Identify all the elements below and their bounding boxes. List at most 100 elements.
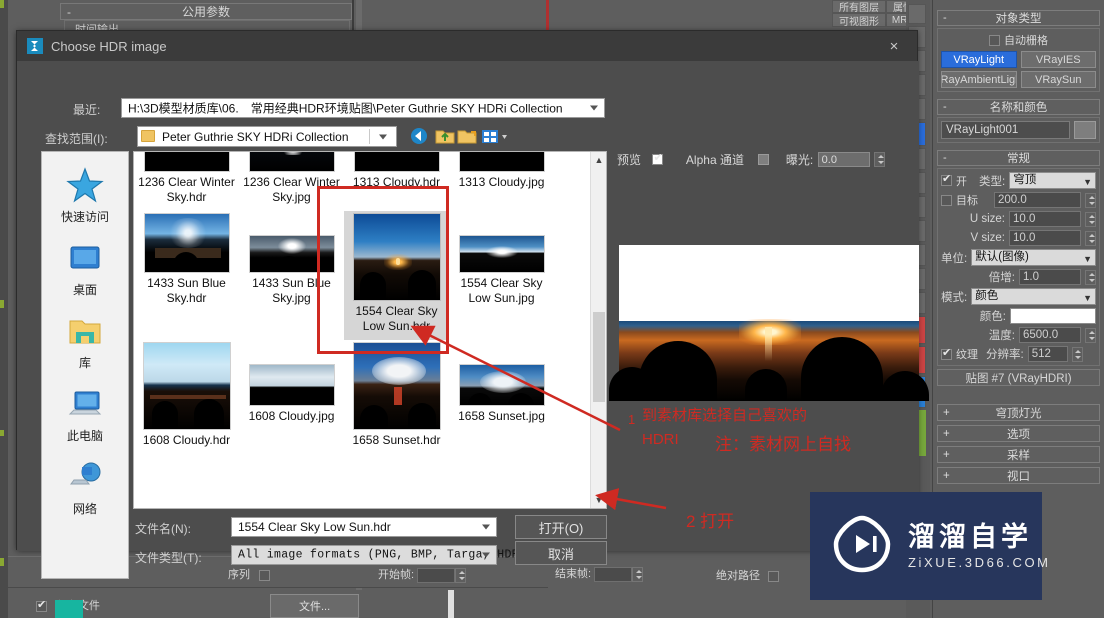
preview-checkbox[interactable] <box>652 152 664 166</box>
list-item[interactable]: 1313 Cloudy.hdr <box>344 152 449 211</box>
u-size-input[interactable]: 10.0 <box>1009 211 1081 227</box>
color-row: 颜色: <box>941 308 1096 324</box>
end-frame-spinner[interactable] <box>632 566 644 582</box>
sequence-checkbox[interactable] <box>259 569 271 581</box>
file-thumbnail <box>248 364 335 406</box>
list-item[interactable]: 1608 Cloudy.jpg <box>239 340 344 454</box>
target-spinner[interactable] <box>1085 192 1096 208</box>
list-item[interactable]: 1658 Sunset.jpg <box>449 340 554 454</box>
sidebar-item-label: 库 <box>78 356 91 370</box>
v-size-input[interactable]: 10.0 <box>1009 230 1081 246</box>
chevron-down-icon <box>379 134 387 139</box>
temperature-spinner[interactable] <box>1085 327 1096 343</box>
target-checkbox[interactable] <box>941 194 952 206</box>
dialog-title-bar[interactable]: Choose HDR image × <box>17 31 917 61</box>
app-icon <box>27 38 43 54</box>
file-thumbnail <box>142 342 231 430</box>
v-size-spinner[interactable] <box>1085 230 1096 246</box>
file-thumbnail <box>458 235 545 273</box>
list-item[interactable]: 1433 Sun Blue Sky.hdr <box>134 211 239 340</box>
object-type-group: 自动栅格 VRayLight VRayIES VRayAmbientLight … <box>937 28 1100 92</box>
recent-path-combo[interactable]: H:\3D模型材质库\06. 常用经典HDR环境贴图\Peter Guthrie… <box>121 98 605 118</box>
list-item[interactable]: 1658 Sunset.hdr <box>344 340 449 454</box>
look-in-combo[interactable]: Peter Guthrie SKY HDRi Collection <box>137 126 397 147</box>
light-color-swatch[interactable] <box>1010 308 1096 324</box>
toolbar-cell-all-layers[interactable]: 所有图层 <box>832 0 886 14</box>
sidebar-item-network[interactable]: 网络 <box>42 457 128 517</box>
rollout-viewport[interactable]: + 视口 <box>937 467 1100 484</box>
object-button-vrayambientlight[interactable]: VRayAmbientLight <box>941 71 1017 88</box>
file-list-scrollbar[interactable]: ▲ ▼ <box>590 152 606 508</box>
units-select[interactable]: 默认(图像) ▼ <box>971 249 1096 266</box>
sidebar-item-quick-access[interactable]: 快速访问 <box>42 165 128 225</box>
auto-grid-checkbox[interactable] <box>989 34 1000 46</box>
target-distance-input[interactable]: 200.0 <box>994 192 1081 208</box>
list-item[interactable]: 1608 Cloudy.hdr <box>134 340 239 454</box>
sidebar-item-library[interactable]: 库 <box>42 311 128 371</box>
rollout-common-parameters[interactable]: - 公用参数 <box>60 3 352 20</box>
scroll-indicator[interactable] <box>448 590 454 618</box>
temperature-input[interactable]: 6500.0 <box>1019 327 1081 343</box>
name-row: VRayLight001 <box>941 121 1096 139</box>
rollout-options[interactable]: + 选项 <box>937 425 1100 442</box>
choose-file-button[interactable]: 文件... <box>270 594 360 618</box>
rollout-sampling[interactable]: + 采样 <box>937 446 1100 463</box>
desktop-icon <box>42 238 128 280</box>
object-button-vraylight[interactable]: VRayLight <box>941 51 1017 68</box>
open-button[interactable]: 打开(O) <box>515 515 607 539</box>
light-type-select[interactable]: 穹顶 ▼ <box>1009 172 1096 189</box>
sidebar-item-desktop[interactable]: 桌面 <box>42 238 128 298</box>
object-color-swatch[interactable] <box>1074 121 1096 139</box>
scroll-up-icon[interactable]: ▲ <box>591 152 606 168</box>
rollout-object-type[interactable]: - 对象类型 <box>937 10 1100 26</box>
rollout-general[interactable]: - 常规 <box>937 150 1100 166</box>
start-frame-input[interactable] <box>417 567 456 583</box>
list-item[interactable]: 1236 Clear Winter Sky.jpg <box>239 152 344 211</box>
multiplier-input[interactable]: 1.0 <box>1019 269 1081 285</box>
start-frame-spinner[interactable] <box>455 567 467 583</box>
object-name-input[interactable]: VRayLight001 <box>941 121 1070 139</box>
chevron-down-icon: ▼ <box>1083 177 1092 187</box>
list-item[interactable]: 1433 Sun Blue Sky.jpg <box>239 211 344 340</box>
on-checkbox[interactable] <box>941 173 952 186</box>
list-item[interactable]: 1554 Clear Sky Low Sun.hdr <box>344 211 449 340</box>
sidebar-item-this-pc[interactable]: 此电脑 <box>42 384 128 444</box>
file-thumbnail <box>352 342 441 430</box>
scrollbar-thumb[interactable] <box>593 312 605 402</box>
end-frame-input[interactable] <box>594 566 633 582</box>
file-list[interactable]: 1236 Clear Winter Sky.hdr 1236 Clear Win… <box>133 151 607 509</box>
list-item[interactable]: 1236 Clear Winter Sky.hdr <box>134 152 239 211</box>
file-name-label: 1608 Cloudy.hdr <box>142 433 231 447</box>
up-folder-icon[interactable] <box>435 127 457 146</box>
texture-checkbox[interactable] <box>941 347 952 360</box>
new-folder-icon[interactable] <box>457 127 479 146</box>
resolution-spinner[interactable] <box>1071 346 1083 362</box>
alpha-channel-checkbox[interactable] <box>758 154 770 166</box>
rollout-name-and-color[interactable]: - 名称和颜色 <box>937 99 1100 115</box>
rollout-dome-light[interactable]: + 穹顶灯光 <box>937 404 1100 421</box>
file-name-input[interactable]: 1554 Clear Sky Low Sun.hdr <box>231 517 497 537</box>
annotation-step1-line2: HDRI <box>642 431 679 448</box>
save-file-checkbox[interactable] <box>36 599 47 612</box>
object-button-vrayies[interactable]: VRayIES <box>1020 51 1096 68</box>
cancel-button[interactable]: 取消 <box>515 541 607 565</box>
file-type-select[interactable]: All image formats (PNG, BMP, Targa, HDR, <box>231 545 526 565</box>
resolution-input[interactable]: 512 <box>1027 346 1068 362</box>
object-button-vraysun[interactable]: VRaySun <box>1020 71 1096 88</box>
exposure-input[interactable]: 0.0 <box>817 152 870 168</box>
mode-select[interactable]: 颜色 ▼ <box>971 288 1096 305</box>
list-item[interactable]: 1554 Clear Sky Low Sun.jpg <box>449 211 554 340</box>
back-icon[interactable] <box>409 127 431 146</box>
u-size-spinner[interactable] <box>1085 211 1096 227</box>
view-mode-icon[interactable] <box>481 127 511 146</box>
texture-map-button[interactable]: 贴图 #7 (VRayHDRI) <box>937 369 1100 386</box>
scroll-down-icon[interactable]: ▼ <box>591 492 606 508</box>
multiplier-spinner[interactable] <box>1085 269 1096 285</box>
close-icon[interactable]: × <box>871 31 917 61</box>
absolute-path-checkbox[interactable] <box>768 570 780 582</box>
list-item[interactable]: 1313 Cloudy.jpg <box>449 152 554 211</box>
file-name-label: 1554 Clear Sky Low Sun.hdr <box>355 304 438 333</box>
toolbar-cell-visible-shapes[interactable]: 可视图形 <box>832 13 886 28</box>
exposure-spinner[interactable] <box>874 152 886 168</box>
vtool-1[interactable] <box>908 4 926 24</box>
